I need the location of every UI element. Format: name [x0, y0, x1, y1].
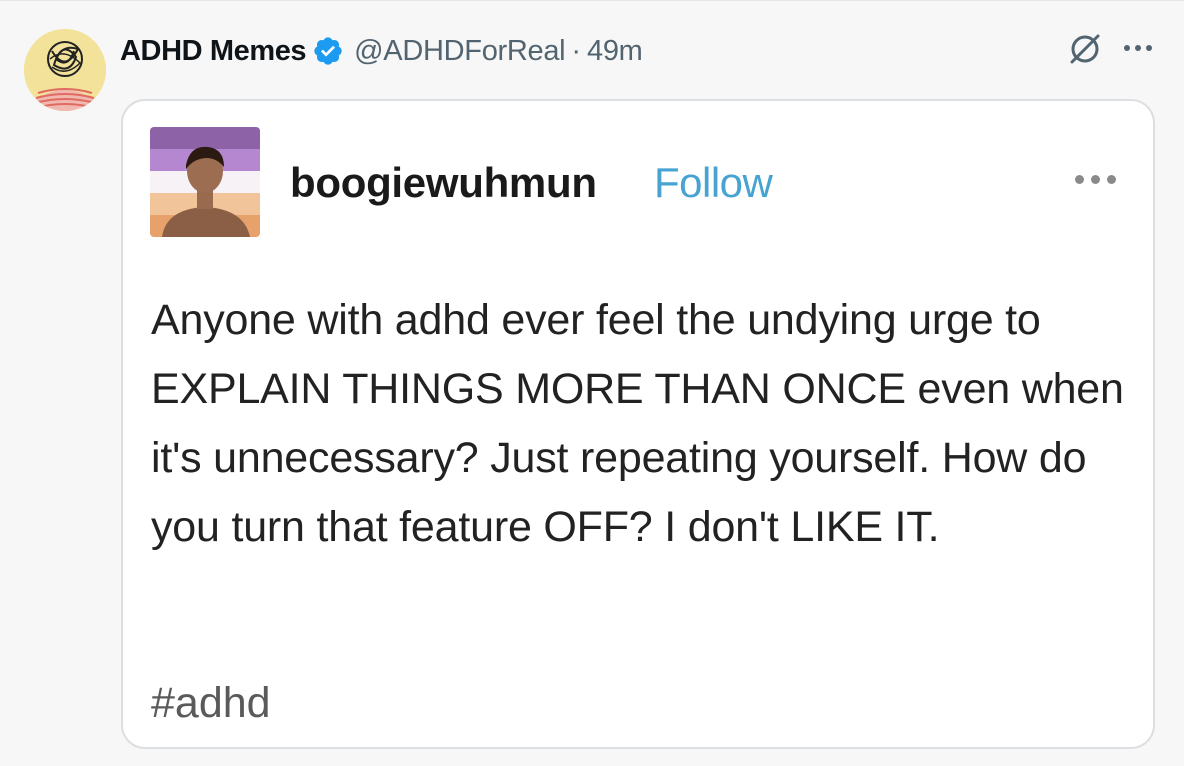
post-body: Anyone with adhd ever feel the undying u… — [151, 296, 1124, 551]
tweet-timestamp[interactable]: 49m — [587, 35, 643, 68]
top-divider — [0, 0, 1184, 1]
tweet-header: ADHD Memes @ADHDForReal · 49m — [120, 30, 643, 72]
dot-icon — [1135, 45, 1141, 51]
author-name[interactable]: ADHD Memes — [120, 35, 307, 68]
grok-icon[interactable] — [1066, 30, 1104, 68]
verified-badge-icon[interactable] — [312, 35, 344, 67]
hashtag: #adhd — [151, 679, 271, 727]
embedded-image-card[interactable]: boogiewuhmun Follow Anyone with adhd eve… — [121, 99, 1155, 749]
post-more-icon — [1075, 175, 1116, 184]
dot-icon — [1107, 175, 1116, 184]
author-handle[interactable]: @ADHDForReal — [354, 35, 565, 68]
dot-icon — [1075, 175, 1084, 184]
dot-icon — [1146, 45, 1152, 51]
poster-name: boogiewuhmun — [290, 159, 597, 206]
more-options-icon[interactable] — [1118, 32, 1158, 64]
separator-dot: · — [571, 34, 581, 67]
poster-avatar — [150, 127, 260, 237]
dot-icon — [1091, 175, 1100, 184]
author-avatar[interactable] — [24, 29, 106, 111]
dot-icon — [1124, 45, 1130, 51]
follow-button: Follow — [654, 159, 773, 206]
